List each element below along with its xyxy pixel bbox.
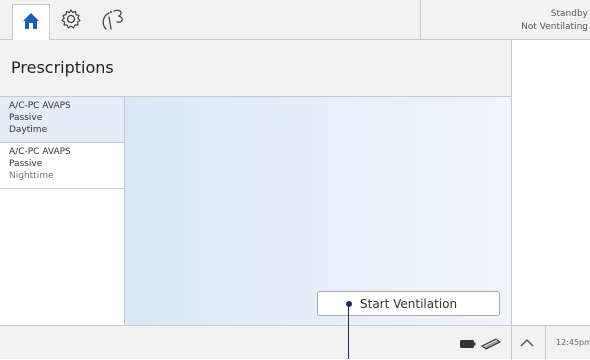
page-title: Prescriptions xyxy=(11,58,114,77)
leaf-icon[interactable] xyxy=(98,7,128,33)
prescription-circuit: Passive xyxy=(9,159,43,169)
prescription-name: Daytime xyxy=(9,125,48,135)
bottom-divider-2 xyxy=(545,326,546,360)
prescription-mode: A/C-PC AVAPS xyxy=(9,147,71,157)
title-area: Prescriptions xyxy=(0,40,511,97)
status-line-2: Not Ventilating xyxy=(521,22,588,32)
prescription-list: A/C-PC AVAPS Passive Daytime A/C-PC AVAP… xyxy=(0,97,125,325)
ventilator-screen: Standby Not Ventilating Prescriptions A/… xyxy=(0,0,590,360)
prescription-mode: A/C-PC AVAPS xyxy=(9,101,71,111)
top-bar: Standby Not Ventilating xyxy=(0,0,590,40)
bottom-bar: 12:45pm xyxy=(0,325,590,360)
gear-icon[interactable] xyxy=(60,8,82,30)
plug-icon xyxy=(481,338,501,350)
prescription-name: Nighttime xyxy=(9,171,54,181)
prescription-circuit: Passive xyxy=(9,113,43,123)
right-panel xyxy=(511,40,590,325)
list-item-prescription-2[interactable]: A/C-PC AVAPS Passive Nighttime xyxy=(0,143,124,189)
battery-icon xyxy=(460,340,476,348)
pointer-line xyxy=(348,303,349,359)
start-ventilation-label: Start Ventilation xyxy=(360,297,458,311)
home-icon xyxy=(23,13,39,29)
start-ventilation-button[interactable]: Start Ventilation xyxy=(317,291,500,316)
list-item-prescription-1[interactable]: A/C-PC AVAPS Passive Daytime xyxy=(0,97,124,143)
status-line-1: Standby xyxy=(550,9,588,19)
indicator-dot xyxy=(346,301,352,307)
bottom-divider-1 xyxy=(511,326,512,360)
top-divider xyxy=(420,0,421,40)
chevron-up-icon[interactable] xyxy=(520,338,534,348)
home-tab[interactable] xyxy=(12,4,50,40)
clock: 12:45pm xyxy=(556,338,590,347)
